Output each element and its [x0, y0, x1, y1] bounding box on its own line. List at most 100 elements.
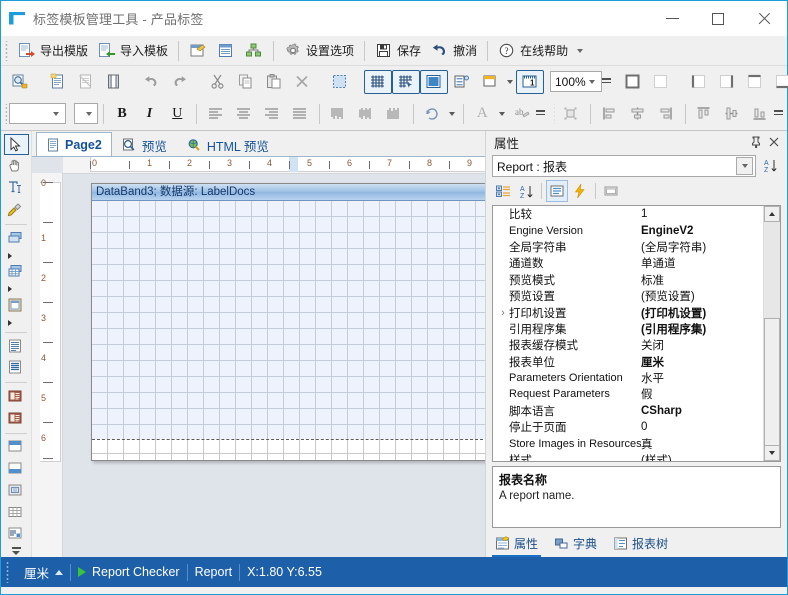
border-right-button[interactable]	[713, 70, 741, 94]
panel-tab-report-tree[interactable]: 报表树	[610, 533, 671, 557]
tool-footer-band[interactable]	[4, 458, 29, 479]
font-family-combo[interactable]	[8, 103, 66, 124]
page-header-button[interactable]	[476, 70, 504, 94]
events-button[interactable]	[569, 180, 591, 202]
cut-button[interactable]	[204, 70, 232, 94]
delete-page-button[interactable]	[72, 70, 100, 94]
align-objects-middle-button[interactable]	[718, 102, 746, 126]
chevron-down-icon[interactable]	[82, 105, 95, 122]
toolbar-grip[interactable]	[552, 103, 556, 124]
property-value[interactable]: (全局字符串)	[641, 239, 763, 255]
show-grid-toggle[interactable]	[364, 69, 392, 94]
scrollbar-thumb[interactable]	[764, 318, 780, 448]
band-body[interactable]	[92, 201, 485, 460]
arrange-overflow[interactable]	[774, 103, 784, 125]
undo-button[interactable]: 撤消	[426, 39, 482, 63]
band-footer-area[interactable]	[92, 439, 485, 460]
run-checker-icon[interactable]	[78, 567, 87, 577]
tool-dialog[interactable]	[4, 295, 29, 316]
select-all-button[interactable]	[326, 70, 354, 94]
align-justify-button[interactable]	[286, 102, 314, 126]
panel-tab-properties[interactable]: 属性	[492, 533, 542, 557]
property-pages-button[interactable]	[600, 180, 622, 202]
page-lines-button[interactable]	[448, 70, 476, 94]
property-value[interactable]: (样式)	[641, 452, 763, 461]
property-value[interactable]: 1	[641, 208, 763, 220]
status-unit[interactable]: 厘米	[17, 563, 70, 582]
property-value[interactable]: 关闭	[641, 337, 763, 353]
toolbox-overflow[interactable]	[4, 545, 29, 557]
property-row[interactable]: 全局字符串 (全局字符串)	[493, 239, 763, 255]
chevron-down-icon[interactable]	[736, 157, 753, 175]
tool-dialog-submenu[interactable]	[4, 317, 29, 329]
property-row[interactable]: 比较 1	[493, 206, 763, 222]
property-row[interactable]: 报表单位 厘米	[493, 354, 763, 370]
property-value[interactable]: CSharp	[641, 405, 763, 417]
expand-arrow-icon[interactable]: ›	[497, 307, 509, 319]
page-area[interactable]: DataBand3; 数据源: LabelDocs	[63, 173, 485, 557]
property-value[interactable]: (引用程序集)	[641, 321, 763, 337]
vertical-ruler[interactable]: 0 1 2 3 4 5 6	[32, 173, 63, 557]
tool-cross-tab-submenu[interactable]	[4, 283, 29, 295]
page-setup-button2[interactable]	[100, 70, 128, 94]
property-value[interactable]: 厘米	[641, 354, 763, 370]
valign-middle-button[interactable]	[352, 102, 380, 126]
scroll-down-button[interactable]	[764, 445, 780, 461]
redo-button[interactable]	[166, 70, 194, 94]
maximize-button[interactable]	[695, 1, 741, 36]
property-row[interactable]: Engine Version EngineV2	[493, 222, 763, 238]
report-page[interactable]: DataBand3; 数据源: LabelDocs	[91, 183, 485, 461]
align-objects-top-button[interactable]	[690, 102, 718, 126]
property-value[interactable]: 单通道	[641, 255, 763, 271]
property-row[interactable]: 引用程序集 (引用程序集)	[493, 321, 763, 337]
property-row[interactable]: 预览设置 (预览设置)	[493, 288, 763, 304]
align-objects-center-button[interactable]	[624, 102, 652, 126]
align-left-button[interactable]	[202, 102, 230, 126]
page-setup-button[interactable]	[184, 39, 212, 63]
align-objects-left-button[interactable]	[596, 102, 624, 126]
tool-format-painter[interactable]	[4, 199, 29, 220]
property-row[interactable]: 报表缓存模式 关闭	[493, 337, 763, 353]
tool-panel[interactable]	[4, 480, 29, 501]
property-row[interactable]: Store Images in Resources 真	[493, 435, 763, 451]
align-to-grid-toggle[interactable]	[392, 69, 420, 94]
font-size-combo[interactable]	[73, 103, 99, 124]
border-all-button[interactable]	[619, 70, 647, 94]
property-row[interactable]: 停止于页面 0	[493, 419, 763, 435]
tool-system-text2[interactable]	[4, 408, 29, 429]
minimize-button[interactable]	[649, 1, 695, 36]
tool-select[interactable]	[3, 134, 29, 155]
sort-alpha-button[interactable]: A Z	[760, 155, 782, 177]
tool-cross-tab[interactable]	[4, 262, 29, 283]
font-color-button[interactable]: A	[469, 102, 496, 126]
alphabetical-button[interactable]: A Z	[515, 180, 537, 202]
tool-rich-text[interactable]	[4, 357, 29, 378]
property-row[interactable]: 预览模式 标准	[493, 272, 763, 288]
property-grid-scrollbar[interactable]	[763, 206, 780, 461]
italic-button[interactable]: I	[136, 102, 163, 126]
bring-to-front-button[interactable]	[557, 102, 585, 126]
property-value[interactable]: EngineV2	[641, 225, 763, 237]
valign-bottom-button[interactable]	[380, 102, 408, 126]
toolbar-grip[interactable]	[4, 103, 7, 124]
zoom-overflow[interactable]	[601, 71, 611, 93]
settings-button[interactable]: 设置选项	[279, 39, 359, 63]
import-template-button[interactable]: 导入模板	[93, 39, 173, 63]
tool-hand[interactable]	[4, 156, 29, 177]
report-grid-button[interactable]	[212, 39, 240, 63]
report-canvas[interactable]: 0 1 2 3 4 5 6 7 8 9 0 1 2 3 4 5 6 DataBa…	[32, 157, 485, 557]
tool-header-band[interactable]	[4, 436, 29, 457]
tool-text-edit[interactable]	[4, 178, 29, 199]
property-value[interactable]: 水平	[641, 370, 763, 386]
align-objects-right-button[interactable]	[652, 102, 680, 126]
chevron-down-icon[interactable]	[449, 111, 456, 116]
property-row[interactable]: › 打印机设置 (打印机设置)	[493, 304, 763, 320]
status-grip[interactable]	[6, 561, 13, 583]
scroll-up-button[interactable]	[764, 206, 780, 222]
tab-preview[interactable]: 预览	[112, 133, 177, 156]
tool-system-text[interactable]	[4, 386, 29, 407]
property-value[interactable]: 标准	[641, 272, 763, 288]
tab-page2[interactable]: Page2	[36, 132, 112, 156]
save-button[interactable]: 保存	[370, 39, 426, 63]
close-button[interactable]	[741, 1, 787, 36]
